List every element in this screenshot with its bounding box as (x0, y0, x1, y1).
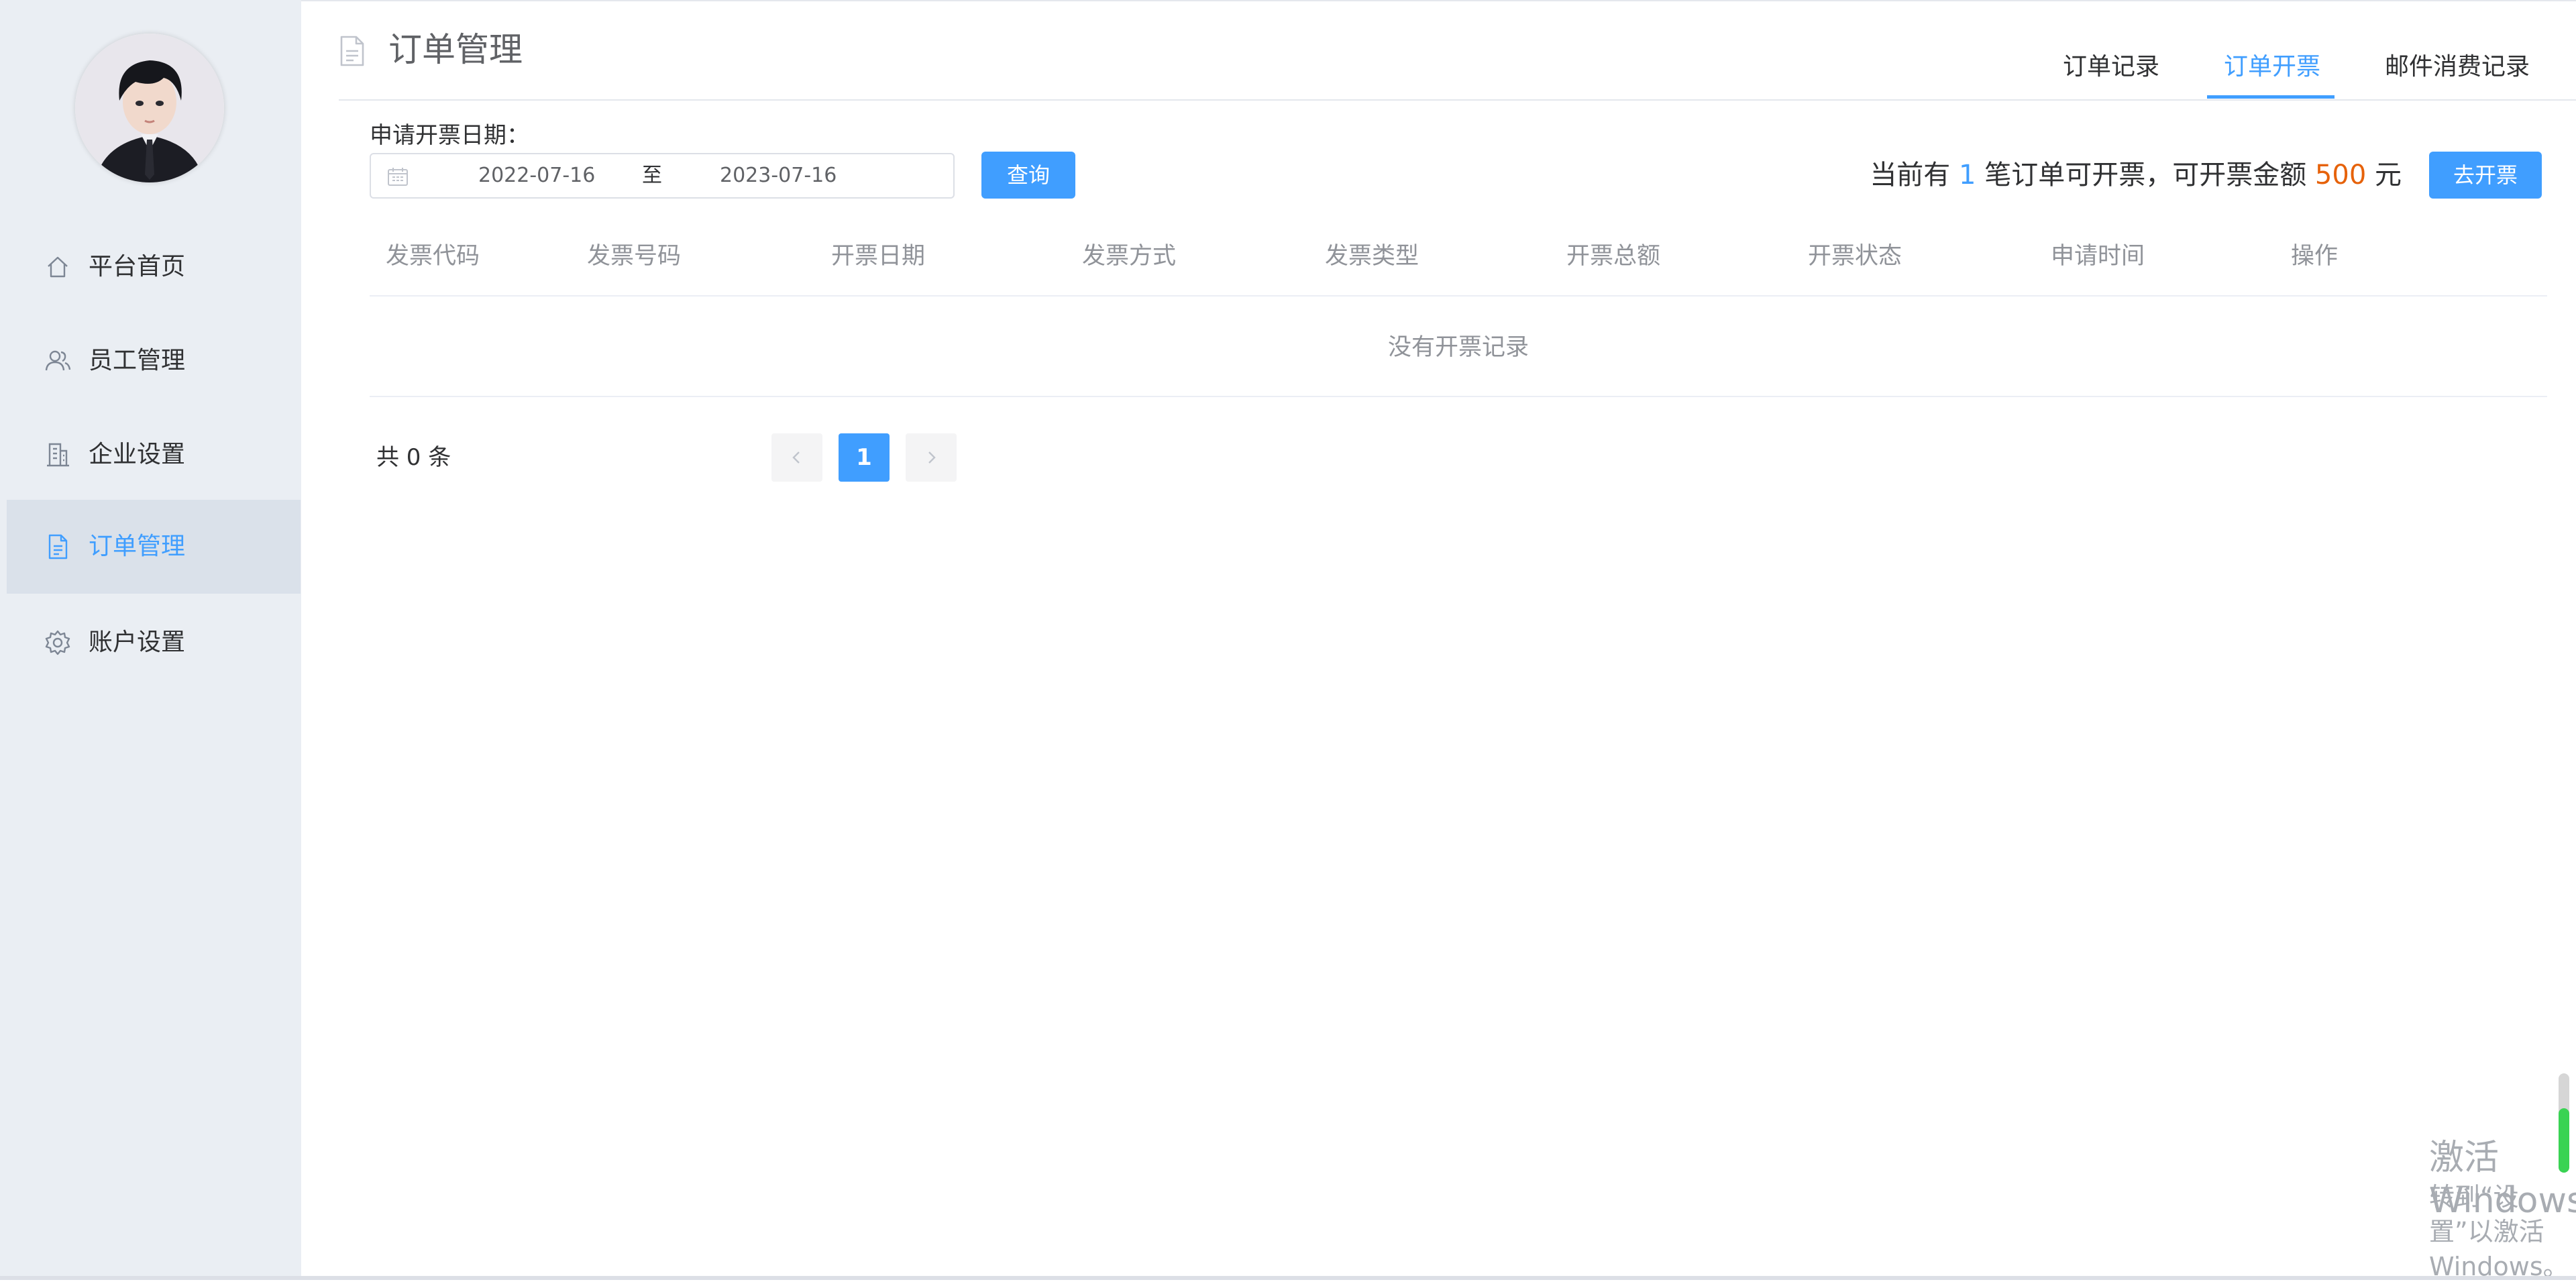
invoiceable-amount: 500 (2314, 160, 2367, 191)
chevron-left-icon (792, 451, 800, 464)
sidebar-item-company[interactable]: 企业设置 (7, 408, 301, 502)
start-date-input[interactable]: 2022-07-16 (478, 154, 595, 197)
column-header-invoice-date: 开票日期 (831, 243, 926, 270)
pagination-page-1[interactable]: 1 (839, 433, 890, 482)
query-button[interactable]: 查询 (981, 152, 1075, 199)
home-icon (48, 256, 68, 278)
date-range-separator: 至 (642, 164, 662, 187)
building-icon (47, 443, 69, 467)
tab-email-consumption-records[interactable]: 邮件消费记录 (2385, 47, 2530, 87)
column-header-invoice-status: 开票状态 (1808, 243, 1902, 270)
table-bottom-divider (370, 396, 2547, 397)
column-header-request-time: 申请时间 (2051, 243, 2145, 270)
top-divider (301, 0, 2576, 1)
avatar[interactable] (75, 34, 224, 182)
invoice-summary: 当前有 1 笔订单可开票，可开票金额 500 元 (1870, 152, 2402, 199)
date-range-picker[interactable]: 2022-07-16 至 2023-07-16 (370, 153, 955, 199)
column-header-invoice-total: 开票总额 (1566, 243, 1661, 270)
pagination-prev-button[interactable] (771, 433, 822, 482)
sidebar-item-orders[interactable]: 订单管理 (7, 500, 301, 594)
users-icon (45, 350, 71, 371)
active-tab-indicator (2207, 95, 2334, 99)
date-filter-label: 申请开票日期： (370, 122, 529, 149)
column-header-invoice-method: 发票方式 (1082, 243, 1177, 270)
window-bottom-border (0, 1276, 2576, 1280)
summary-middle: 笔订单可开票，可开票金额 (1984, 160, 2307, 191)
sidebar-item-label: 订单管理 (89, 533, 186, 560)
sidebar-item-label: 平台首页 (89, 253, 186, 280)
table-header-divider (370, 295, 2547, 297)
document-icon (48, 534, 68, 559)
page-title: 订单管理 (388, 30, 523, 69)
gear-icon (45, 630, 70, 655)
column-header-invoice-number: 发票号码 (587, 243, 682, 270)
pagination-next-button[interactable] (906, 433, 957, 482)
column-header-invoice-type: 发票类型 (1325, 243, 1419, 270)
sidebar-item-employees[interactable]: 员工管理 (7, 314, 301, 408)
column-header-actions: 操作 (2291, 243, 2339, 270)
pagination-total: 共 0 条 (376, 444, 451, 471)
main-content: 订单管理 订单记录 订单开票 邮件消费记录 申请开票日期： 2022-07-16… (301, 0, 2576, 1281)
end-date-input[interactable]: 2023-07-16 (720, 154, 837, 197)
tab-order-invoicing[interactable]: 订单开票 (2224, 47, 2320, 87)
invoiceable-order-count: 1 (1959, 160, 1976, 191)
summary-prefix: 当前有 (1870, 160, 1951, 191)
sidebar-item-home[interactable]: 平台首页 (7, 220, 301, 314)
sidebar-item-label: 账户设置 (89, 629, 186, 656)
go-invoice-button[interactable]: 去开票 (2429, 152, 2542, 199)
windows-activation-subtitle: 转到“设置”以激活 Windows。 (2429, 1182, 2569, 1281)
scrollbar-thumb[interactable] (2559, 1108, 2569, 1173)
sidebar-item-label: 员工管理 (89, 347, 186, 374)
calendar-icon (388, 168, 408, 186)
table-empty-text: 没有开票记录 (1387, 334, 1529, 361)
summary-suffix: 元 (2375, 160, 2402, 191)
sidebar-item-account[interactable]: 账户设置 (7, 596, 301, 690)
sidebar-item-label: 企业设置 (89, 441, 186, 468)
document-icon (340, 36, 364, 66)
chevron-right-icon (928, 451, 936, 464)
column-header-invoice-code: 发票代码 (386, 243, 480, 270)
sidebar: 平台首页 员工管理 企业设置 订单管理 账户设置 (0, 0, 301, 1280)
tab-order-records[interactable]: 订单记录 (2063, 47, 2159, 87)
header-divider (339, 99, 2576, 101)
